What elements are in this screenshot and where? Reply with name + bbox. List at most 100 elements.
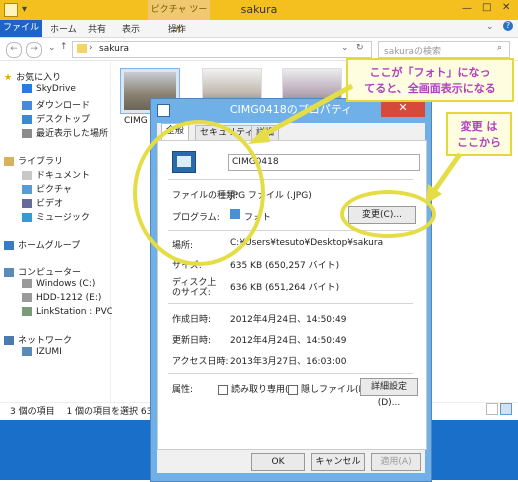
breadcrumb-sakura[interactable]: sakura <box>99 44 129 54</box>
forward-icon[interactable]: → <box>26 42 42 58</box>
nav-favorites[interactable]: ★ お気に入り <box>4 70 61 83</box>
tab-home[interactable]: ホーム <box>50 22 77 35</box>
ribbon-tabs: ピクチャ ツール ファイル ホーム 共有 表示 操作 ⌄ ? <box>0 0 518 38</box>
folder-icon <box>77 44 87 53</box>
nav-label: ダウンロード <box>36 101 91 111</box>
nav-pictures[interactable]: ピクチャ <box>22 182 72 195</box>
nav-network[interactable]: ネットワーク <box>4 333 72 346</box>
attributes-label: 属性: <box>172 385 194 395</box>
modified-label: 更新日時: <box>172 336 212 346</box>
checkbox-icon <box>218 384 228 395</box>
large-icons-view-icon[interactable] <box>500 403 512 415</box>
address-dropdown-icon[interactable]: ⌄ <box>341 43 349 53</box>
nav-music[interactable]: ミュージック <box>22 210 90 223</box>
tab-file[interactable]: ファイル <box>0 20 42 37</box>
ok-button[interactable]: OK <box>251 453 305 471</box>
arrow-icon <box>248 83 354 144</box>
skydrive-icon <box>22 84 32 93</box>
nav-homegroup[interactable]: ホームグループ <box>4 238 80 251</box>
nav-drive-c[interactable]: Windows (C:) <box>22 279 95 289</box>
callout-photos-fullscreen: ここが「フォト」になっ てると、全画面表示になる <box>346 58 514 102</box>
up-icon[interactable]: ↑ <box>60 42 68 52</box>
checkbox-icon <box>288 384 298 395</box>
hidden-checkbox[interactable]: 隠しファイル(H) <box>288 382 369 395</box>
readonly-checkbox[interactable]: 読み取り専用(R) <box>218 382 298 395</box>
size-value: 635 KB (650,257 バイト) <box>230 261 340 271</box>
search-placeholder: sakuraの検索 <box>384 47 442 57</box>
nav-label: デスクトップ <box>36 115 91 125</box>
nav-label: ネットワーク <box>18 336 73 346</box>
nav-desktop[interactable]: デスクトップ <box>22 112 90 125</box>
breadcrumb-chevron-icon[interactable]: › <box>89 43 93 53</box>
music-icon <box>22 213 32 222</box>
created-label: 作成日時: <box>172 315 212 325</box>
nav-label: ライブラリ <box>18 157 64 167</box>
nav-documents[interactable]: ドキュメント <box>22 168 90 181</box>
star-icon: ★ <box>4 73 13 83</box>
nav-label: ドキュメント <box>36 171 91 181</box>
size-on-disk-value: 636 KB (651,264 バイト) <box>230 283 340 293</box>
callout-line2: ここから <box>457 136 501 149</box>
tab-view[interactable]: 表示 <box>122 22 140 35</box>
location-value: C:¥Users¥tesuto¥Desktop¥sakura <box>230 238 384 248</box>
pictures-icon <box>22 185 32 194</box>
computer-icon <box>4 268 14 277</box>
navigation-pane: ★ お気に入り SkyDrive ダウンロード デスクトップ 最近表示した場所 ラ… <box>0 62 119 402</box>
recent-locations-icon[interactable]: ⌄ <box>48 43 56 53</box>
nav-skydrive[interactable]: SkyDrive <box>22 84 76 94</box>
tab-share[interactable]: 共有 <box>88 22 106 35</box>
download-icon <box>22 101 32 110</box>
homegroup-icon <box>4 241 14 250</box>
arrow-icon <box>426 152 463 204</box>
recent-places-icon <box>22 129 32 138</box>
status-text: 3 個の項目 1 個の項目を選択 635 KB <box>10 407 174 417</box>
callout-line2: てると、全画面表示になる <box>364 82 496 95</box>
nav-drive-e[interactable]: HDD-1212 (E:) <box>22 293 101 303</box>
search-icon[interactable]: ⌕ <box>497 43 502 53</box>
nav-label: ビデオ <box>36 199 64 209</box>
nav-izumi[interactable]: IZUMI <box>22 347 62 357</box>
nav-video[interactable]: ビデオ <box>22 196 63 209</box>
network-drive-icon <box>22 307 32 316</box>
nav-label: Windows (C:) <box>36 279 96 289</box>
hidden-label: 隠しファイル(H) <box>301 385 369 395</box>
nav-linkstation[interactable]: LinkStation : PVCo <box>22 307 119 317</box>
cancel-button[interactable]: キャンセル <box>311 453 365 471</box>
size-on-disk-label-line2: のサイズ: <box>172 288 211 298</box>
divider <box>168 373 413 374</box>
close-icon[interactable]: ✕ <box>502 2 510 13</box>
address-bar[interactable]: › sakura ⌄ ↻ <box>72 41 372 58</box>
tab-manage[interactable]: 操作 <box>168 22 186 35</box>
nav-downloads[interactable]: ダウンロード <box>22 98 90 111</box>
accessed-value: 2013年3月27日、16:03:00 <box>230 357 347 367</box>
search-input[interactable]: sakuraの検索 ⌕ <box>378 41 510 58</box>
nav-computer[interactable]: コンピューター <box>4 265 81 278</box>
nav-libraries[interactable]: ライブラリ <box>4 154 63 167</box>
minimize-icon[interactable]: — <box>462 3 472 14</box>
ribbon-expand-icon[interactable]: ⌄ <box>486 22 494 32</box>
drive-icon <box>22 279 32 288</box>
nav-label: ピクチャ <box>36 185 72 195</box>
nav-label: 最近表示した場所 <box>36 129 109 139</box>
nav-recent[interactable]: 最近表示した場所 <box>22 126 108 139</box>
modified-value: 2012年4月24日、14:50:49 <box>230 336 347 346</box>
picture-tools-context-label: ピクチャ ツール <box>148 0 210 35</box>
maximize-icon[interactable]: □ <box>482 2 491 13</box>
nav-label: IZUMI <box>36 347 62 357</box>
details-view-icon[interactable] <box>486 403 498 415</box>
accessed-label: アクセス日時: <box>172 357 229 367</box>
help-icon[interactable]: ? <box>503 21 513 31</box>
callout-line1: ここが「フォト」になっ <box>369 66 491 79</box>
nav-label: SkyDrive <box>36 84 76 94</box>
computer-icon <box>22 347 32 356</box>
back-icon[interactable]: ← <box>6 42 22 58</box>
nav-label: お気に入り <box>16 73 62 83</box>
created-value: 2012年4月24日、14:50:49 <box>230 315 347 325</box>
advanced-button[interactable]: 詳細設定(D)... <box>360 378 418 408</box>
file-name-label[interactable]: CIMG <box>124 116 148 126</box>
nav-label: コンピューター <box>18 268 82 278</box>
callout-line1: 変更 は <box>460 120 498 133</box>
refresh-icon[interactable]: ↻ <box>356 43 364 53</box>
drive-icon <box>22 293 32 302</box>
apply-button[interactable]: 適用(A) <box>371 453 421 471</box>
